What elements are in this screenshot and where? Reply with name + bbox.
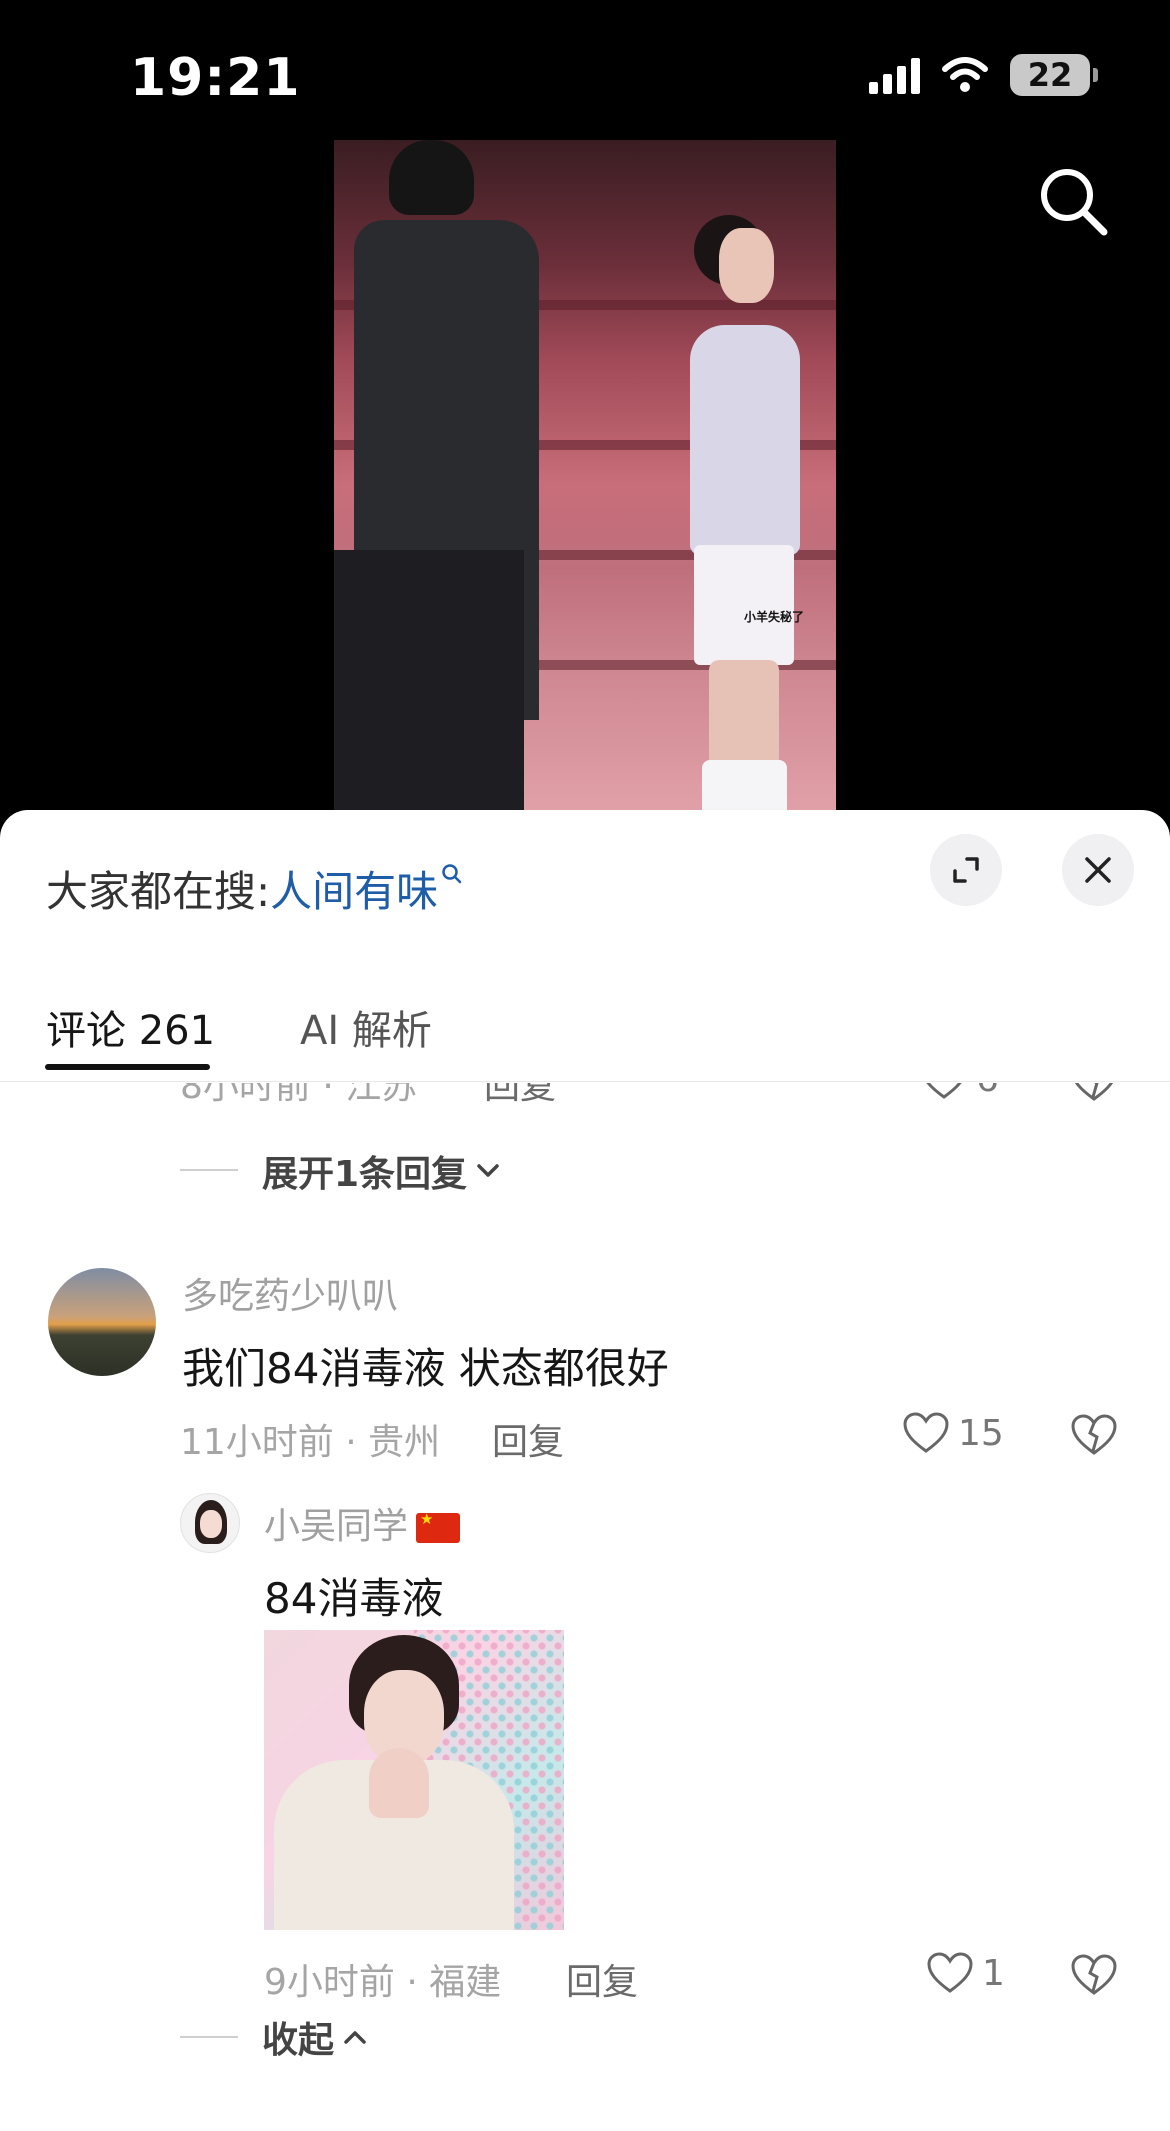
video-frame[interactable]: 小羊失秘了: [334, 140, 836, 830]
reply-username[interactable]: 小吴同学: [264, 1497, 461, 1549]
close-button[interactable]: [1062, 834, 1134, 906]
reply-button[interactable]: 回复: [484, 1083, 556, 1109]
search-icon: [1041, 169, 1108, 236]
tab-ai-analysis[interactable]: AI 解析: [300, 998, 432, 1056]
heart-icon: [927, 1952, 973, 1993]
search-button[interactable]: [1034, 162, 1114, 242]
video-caption: 小羊失秘了: [744, 610, 805, 624]
like-button[interactable]: 15: [902, 1411, 1004, 1455]
collapse-replies-button[interactable]: 收起: [262, 2011, 368, 2063]
collapse-replies-label: 收起: [262, 2020, 335, 2061]
like-button[interactable]: 1: [926, 1951, 1005, 1995]
comment-text: 我们84消毒液 状态都很好: [182, 1344, 669, 1393]
battery-icon: 22: [1010, 54, 1098, 96]
trending-keyword-link[interactable]: 人间有味: [270, 867, 438, 916]
fullscreen-button[interactable]: [930, 834, 1002, 906]
video-figure: [389, 140, 474, 215]
reply-meta: 9小时前 · 福建: [264, 1962, 502, 2003]
trending-search: 大家都在搜:人间有味: [46, 858, 464, 919]
divider-line: [180, 2036, 238, 2038]
search-small-icon: [442, 864, 462, 884]
comment-meta: 8小时前 · 江苏: [180, 1083, 418, 1107]
comment-meta: 11小时前 · 贵州: [180, 1422, 441, 1463]
avatar[interactable]: [48, 1268, 156, 1376]
heart-icon: [903, 1412, 949, 1453]
comment-list[interactable]: 8小时前 · 江苏 回复 6 展开1条回复 多吃药少叭叭 我们84消毒液 状态都…: [0, 1083, 1170, 2131]
like-count: 1: [982, 1952, 1005, 1994]
dislike-icon[interactable]: [1070, 1083, 1118, 1103]
like-count: 6: [976, 1083, 999, 1100]
like-button[interactable]: 6: [920, 1083, 999, 1101]
dislike-icon[interactable]: [1070, 1413, 1118, 1457]
heart-icon: [926, 1083, 962, 1099]
china-flag-icon: [416, 1510, 461, 1543]
comment-username[interactable]: 多吃药少叭叭: [182, 1267, 398, 1319]
expand-replies-button[interactable]: 展开1条回复: [262, 1145, 501, 1197]
close-icon: [1085, 857, 1111, 883]
active-tab-indicator: [45, 1064, 210, 1070]
expand-replies-label: 展开1条回复: [262, 1154, 468, 1195]
tab-comments[interactable]: 评论 261: [46, 998, 215, 1056]
reply-image[interactable]: [264, 1630, 564, 1930]
reply-button[interactable]: 回复: [492, 1413, 564, 1465]
chevron-down-icon: [477, 1164, 499, 1177]
chevron-up-icon: [344, 2031, 366, 2044]
reply-text: 84消毒液: [264, 1574, 444, 1623]
video-player[interactable]: 19:21 22 小羊失秘了: [0, 0, 1170, 830]
comment-sheet: 大家都在搜:人间有味 评论 261 AI 解析 8小时前 · 江苏 回复 6 展…: [0, 810, 1170, 2131]
divider-line: [180, 1169, 238, 1171]
like-count: 15: [958, 1412, 1004, 1454]
wifi-icon: [942, 57, 988, 92]
reply-button[interactable]: 回复: [566, 1953, 638, 2005]
expand-icon: [953, 857, 979, 883]
status-icons: 22: [869, 52, 1098, 98]
dislike-icon[interactable]: [1070, 1953, 1118, 1997]
trending-prefix: 大家都在搜:: [46, 867, 271, 916]
cellular-signal-icon: [869, 56, 920, 94]
status-time: 19:21: [130, 48, 301, 108]
reply-avatar[interactable]: [180, 1493, 240, 1553]
